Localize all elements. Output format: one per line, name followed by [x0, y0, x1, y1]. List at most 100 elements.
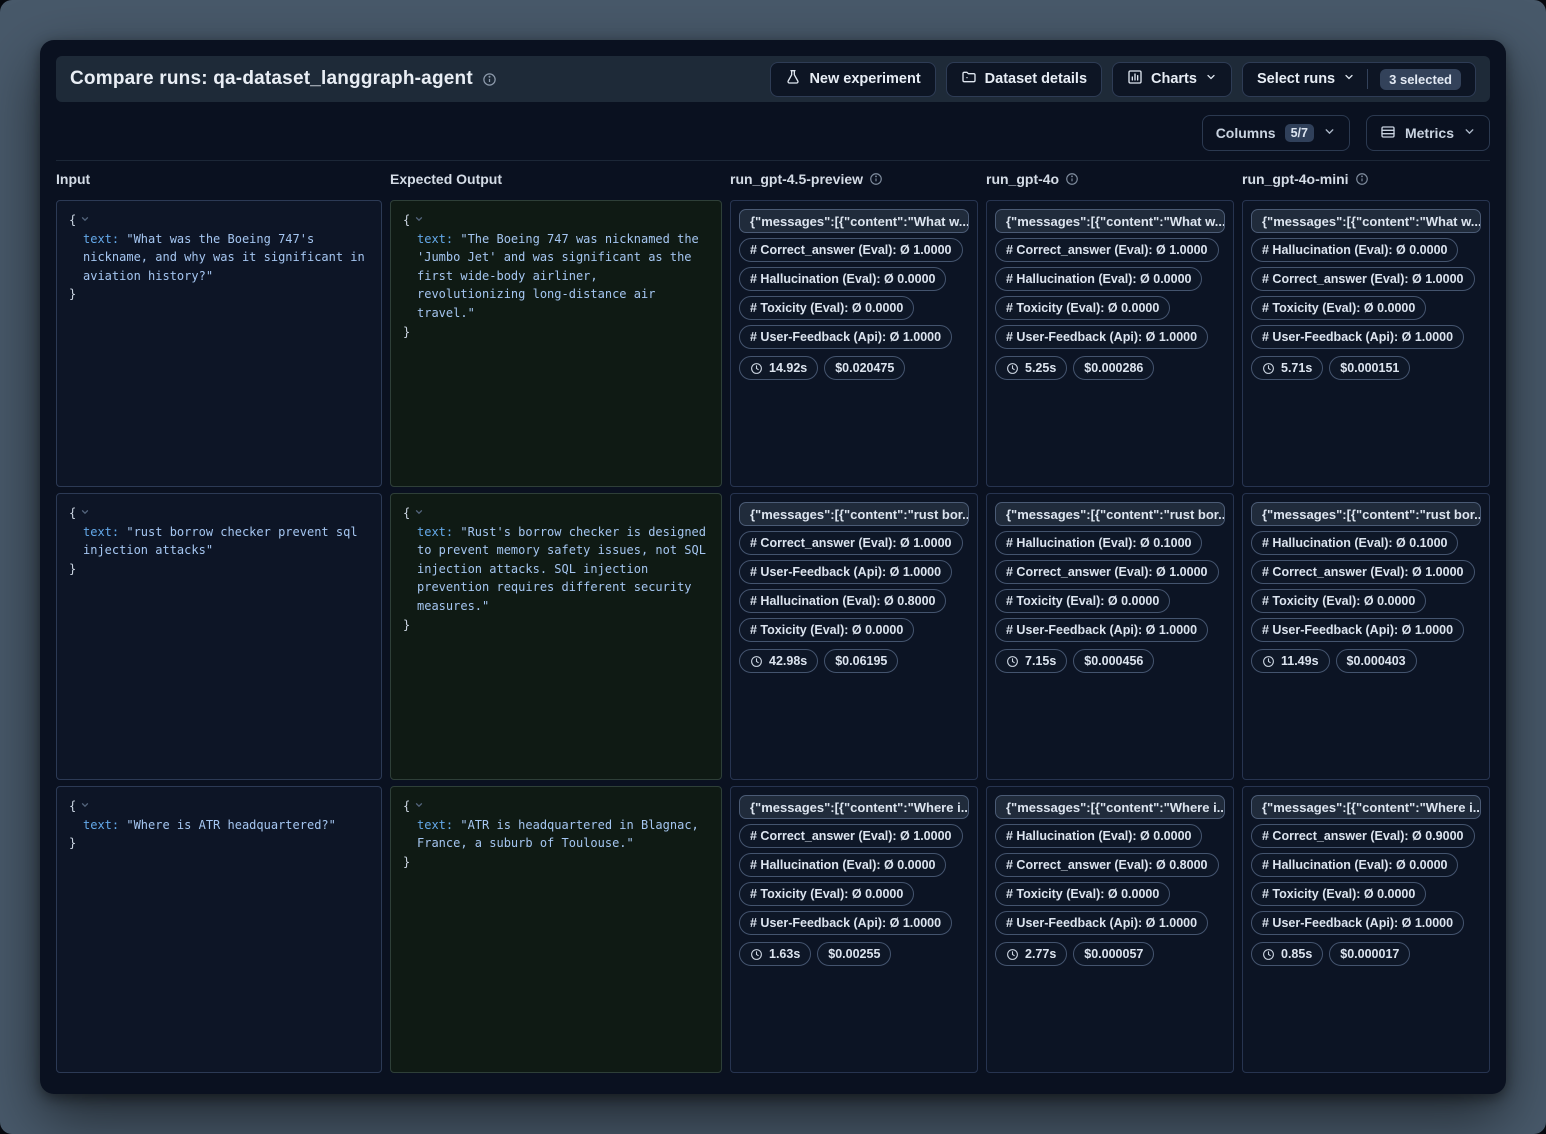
run-cell-gpt-4o-mini[interactable]: {"messages":[{"content":"Where i... # Co…	[1242, 786, 1490, 1073]
output-preview-chip[interactable]: {"messages":[{"content":"rust bor...	[1251, 502, 1481, 526]
new-experiment-label: New experiment	[809, 71, 920, 87]
collapse-chevron-icon[interactable]	[414, 797, 424, 816]
metric-chip[interactable]: # Correct_answer (Eval): Ø 0.9000	[1251, 824, 1475, 848]
metric-chip[interactable]: # Hallucination (Eval): Ø 0.0000	[739, 267, 946, 291]
metric-chip[interactable]: # User-Feedback (Api): Ø 1.0000	[739, 325, 952, 349]
metric-chip[interactable]: # Hallucination (Eval): Ø 0.1000	[1251, 531, 1458, 555]
metric-chip[interactable]: # Toxicity (Eval): Ø 0.0000	[739, 882, 914, 906]
metric-chip[interactable]: # User-Feedback (Api): Ø 1.0000	[1251, 911, 1464, 935]
output-preview-chip[interactable]: {"messages":[{"content":"rust bor...	[739, 502, 969, 526]
collapse-chevron-icon[interactable]	[80, 797, 90, 816]
collapse-chevron-icon[interactable]	[414, 211, 424, 230]
columns-count-badge: 5/7	[1285, 124, 1314, 142]
metric-chip[interactable]: # Correct_answer (Eval): Ø 0.8000	[995, 853, 1219, 877]
metric-chip[interactable]: # Correct_answer (Eval): Ø 1.0000	[739, 531, 963, 555]
run-info-icon[interactable]	[869, 172, 883, 186]
charts-button[interactable]: Charts	[1112, 62, 1232, 97]
clock-icon	[750, 655, 763, 668]
json-open-brace: {	[69, 211, 76, 230]
input-cell[interactable]: { text: "rust borrow checker prevent sql…	[56, 493, 382, 780]
input-cell[interactable]: { text: "What was the Boeing 747's nickn…	[56, 200, 382, 487]
input-cell[interactable]: { text: "Where is ATR headquartered?" }	[56, 786, 382, 1073]
run-header-label: run_gpt-4o-mini	[1242, 171, 1349, 187]
output-preview-chip[interactable]: {"messages":[{"content":"What w...	[1251, 209, 1481, 233]
metric-chip[interactable]: # User-Feedback (Api): Ø 1.0000	[1251, 618, 1464, 642]
new-experiment-button[interactable]: New experiment	[770, 62, 935, 97]
metric-chip[interactable]: # Hallucination (Eval): Ø 0.0000	[1251, 238, 1458, 262]
collapse-chevron-icon[interactable]	[414, 504, 424, 523]
columns-button[interactable]: Columns 5/7	[1202, 115, 1350, 151]
json-key: text:	[417, 818, 453, 832]
json-value: "What was the Boeing 747's nickname, and…	[83, 232, 365, 283]
cost-value: $0.00255	[828, 947, 880, 961]
stats-row: 0.85s $0.000017	[1251, 942, 1410, 966]
metric-chip[interactable]: # User-Feedback (Api): Ø 1.0000	[995, 618, 1208, 642]
metric-chip[interactable]: # Correct_answer (Eval): Ø 1.0000	[739, 824, 963, 848]
dataset-details-button[interactable]: Dataset details	[946, 62, 1102, 97]
metric-chip[interactable]: # Hallucination (Eval): Ø 0.1000	[995, 531, 1202, 555]
run-cell-gpt-4o-mini[interactable]: {"messages":[{"content":"What w... # Hal…	[1242, 200, 1490, 487]
expected-output-cell[interactable]: { text: "Rust's borrow checker is design…	[390, 493, 722, 780]
metric-chip[interactable]: # Hallucination (Eval): Ø 0.8000	[739, 589, 946, 613]
metric-chip[interactable]: # Toxicity (Eval): Ø 0.0000	[1251, 589, 1426, 613]
metric-chip[interactable]: # Toxicity (Eval): Ø 0.0000	[995, 296, 1170, 320]
run-cell-gpt-4.5-preview[interactable]: {"messages":[{"content":"rust bor... # C…	[730, 493, 978, 780]
metric-chip[interactable]: # Hallucination (Eval): Ø 0.0000	[995, 824, 1202, 848]
cost-chip: $0.000151	[1329, 356, 1410, 380]
latency-chip: 2.77s	[995, 942, 1067, 966]
run-cell-gpt-4.5-preview[interactable]: {"messages":[{"content":"What w... # Cor…	[730, 200, 978, 487]
run-info-icon[interactable]	[1065, 172, 1079, 186]
json-open-brace: {	[69, 797, 76, 816]
run-cell-gpt-4o-mini[interactable]: {"messages":[{"content":"rust bor... # H…	[1242, 493, 1490, 780]
run-cell-gpt-4o[interactable]: {"messages":[{"content":"rust bor... # H…	[986, 493, 1234, 780]
metrics-button[interactable]: Metrics	[1366, 115, 1490, 151]
latency-value: 1.63s	[769, 947, 800, 961]
metric-chip[interactable]: # User-Feedback (Api): Ø 1.0000	[1251, 325, 1464, 349]
output-preview-chip[interactable]: {"messages":[{"content":"Where i...	[739, 795, 969, 819]
run-cell-gpt-4.5-preview[interactable]: {"messages":[{"content":"Where i... # Co…	[730, 786, 978, 1073]
metric-chip[interactable]: # Toxicity (Eval): Ø 0.0000	[739, 296, 914, 320]
clock-icon	[1006, 362, 1019, 375]
metrics-label: Metrics	[1405, 125, 1454, 141]
output-preview-chip[interactable]: {"messages":[{"content":"Where i...	[1251, 795, 1481, 819]
cost-value: $0.000456	[1084, 654, 1143, 668]
metric-chip[interactable]: # Correct_answer (Eval): Ø 1.0000	[739, 238, 963, 262]
output-preview-chip[interactable]: {"messages":[{"content":"What w...	[995, 209, 1225, 233]
clock-icon	[1006, 655, 1019, 668]
metric-chip[interactable]: # User-Feedback (Api): Ø 1.0000	[995, 911, 1208, 935]
stats-row: 42.98s $0.06195	[739, 649, 898, 673]
output-preview-chip[interactable]: {"messages":[{"content":"Where i...	[995, 795, 1225, 819]
metric-chip[interactable]: # Toxicity (Eval): Ø 0.0000	[1251, 296, 1426, 320]
metric-chip[interactable]: # Correct_answer (Eval): Ø 1.0000	[1251, 267, 1475, 291]
metric-chip[interactable]: # User-Feedback (Api): Ø 1.0000	[995, 325, 1208, 349]
rows-icon	[1380, 124, 1396, 143]
run-cell-gpt-4o[interactable]: {"messages":[{"content":"Where i... # Ha…	[986, 786, 1234, 1073]
metric-chip[interactable]: # Toxicity (Eval): Ø 0.0000	[995, 589, 1170, 613]
expected-output-cell[interactable]: { text: "ATR is headquartered in Blagnac…	[390, 786, 722, 1073]
metric-chip[interactable]: # User-Feedback (Api): Ø 1.0000	[739, 911, 952, 935]
metric-chip[interactable]: # Toxicity (Eval): Ø 0.0000	[739, 618, 914, 642]
metric-chip[interactable]: # Correct_answer (Eval): Ø 1.0000	[995, 238, 1219, 262]
json-key: text:	[417, 525, 453, 539]
metric-chip[interactable]: # Hallucination (Eval): Ø 0.0000	[995, 267, 1202, 291]
output-preview-chip[interactable]: {"messages":[{"content":"What w...	[739, 209, 969, 233]
collapse-chevron-icon[interactable]	[80, 211, 90, 230]
column-header-run-gpt-4o: run_gpt-4o	[986, 171, 1234, 187]
metric-chip[interactable]: # Toxicity (Eval): Ø 0.0000	[995, 882, 1170, 906]
expected-output-cell[interactable]: { text: "The Boeing 747 was nicknamed th…	[390, 200, 722, 487]
metric-chip[interactable]: # Correct_answer (Eval): Ø 1.0000	[1251, 560, 1475, 584]
run-info-icon[interactable]	[1355, 172, 1369, 186]
collapse-chevron-icon[interactable]	[80, 504, 90, 523]
metric-chip[interactable]: # Correct_answer (Eval): Ø 1.0000	[995, 560, 1219, 584]
dataset-info-icon[interactable]	[482, 72, 497, 87]
metric-chip[interactable]: # Toxicity (Eval): Ø 0.0000	[1251, 882, 1426, 906]
metric-chip[interactable]: # Hallucination (Eval): Ø 0.0000	[1251, 853, 1458, 877]
select-runs-button[interactable]: Select runs 3 selected	[1242, 62, 1476, 97]
metric-chip[interactable]: # User-Feedback (Api): Ø 1.0000	[739, 560, 952, 584]
json-close-brace: }	[403, 853, 709, 872]
metric-chip[interactable]: # Hallucination (Eval): Ø 0.0000	[739, 853, 946, 877]
json-close-brace: }	[69, 834, 369, 853]
output-preview-chip[interactable]: {"messages":[{"content":"rust bor...	[995, 502, 1225, 526]
run-cell-gpt-4o[interactable]: {"messages":[{"content":"What w... # Cor…	[986, 200, 1234, 487]
cost-chip: $0.000403	[1336, 649, 1417, 673]
